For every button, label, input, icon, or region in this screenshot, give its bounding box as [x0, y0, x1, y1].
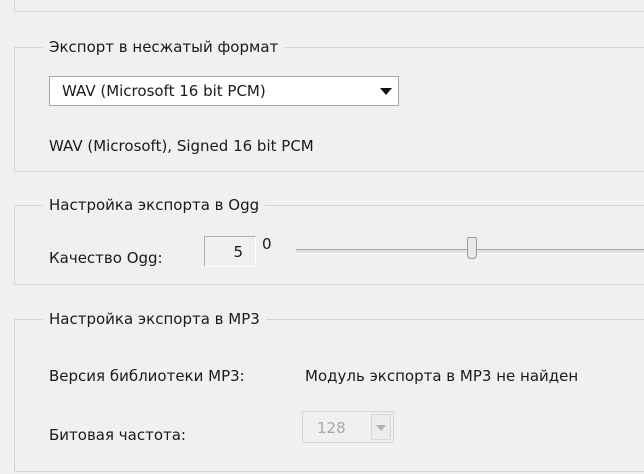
- mp3-bitrate-select: 128: [302, 411, 394, 443]
- uncompressed-export-group: Экспорт в несжатый формат WAV (Microsoft…: [14, 37, 644, 172]
- mp3-library-version-status: Модуль экспорта в MP3 не найден: [305, 367, 579, 385]
- ogg-quality-value: 5: [233, 243, 243, 261]
- ogg-export-group: Настройка экспорта в Ogg Качество Ogg: 5…: [14, 195, 644, 285]
- uncompressed-export-legend: Экспорт в несжатый формат: [43, 37, 285, 57]
- ogg-export-legend: Настройка экспорта в Ogg: [43, 195, 266, 215]
- chevron-down-icon[interactable]: [380, 88, 392, 95]
- chevron-down-icon: [376, 425, 386, 431]
- mp3-bitrate-dropdown-button: [371, 414, 391, 440]
- ogg-quality-value-box: 5: [204, 236, 256, 267]
- ogg-quality-label: Качество Ogg:: [49, 249, 163, 267]
- ogg-quality-slider-thumb[interactable]: [467, 237, 477, 259]
- ogg-slider-min-label: 0: [262, 235, 272, 253]
- mp3-export-legend: Настройка экспорта в MP3: [43, 309, 266, 329]
- mp3-library-version-label: Версия библиотеки MP3:: [49, 367, 245, 385]
- mp3-export-group: Настройка экспорта в MP3 Версия библиоте…: [14, 309, 644, 472]
- uncompressed-format-value: WAV (Microsoft 16 bit PCM): [62, 82, 266, 100]
- uncompressed-format-select[interactable]: WAV (Microsoft 16 bit PCM): [49, 76, 399, 106]
- previous-group-frame: [14, 0, 644, 12]
- mp3-bitrate-label: Битовая частота:: [49, 426, 186, 444]
- mp3-bitrate-value: 128: [317, 419, 346, 437]
- uncompressed-format-description: WAV (Microsoft), Signed 16 bit PCM: [49, 137, 314, 155]
